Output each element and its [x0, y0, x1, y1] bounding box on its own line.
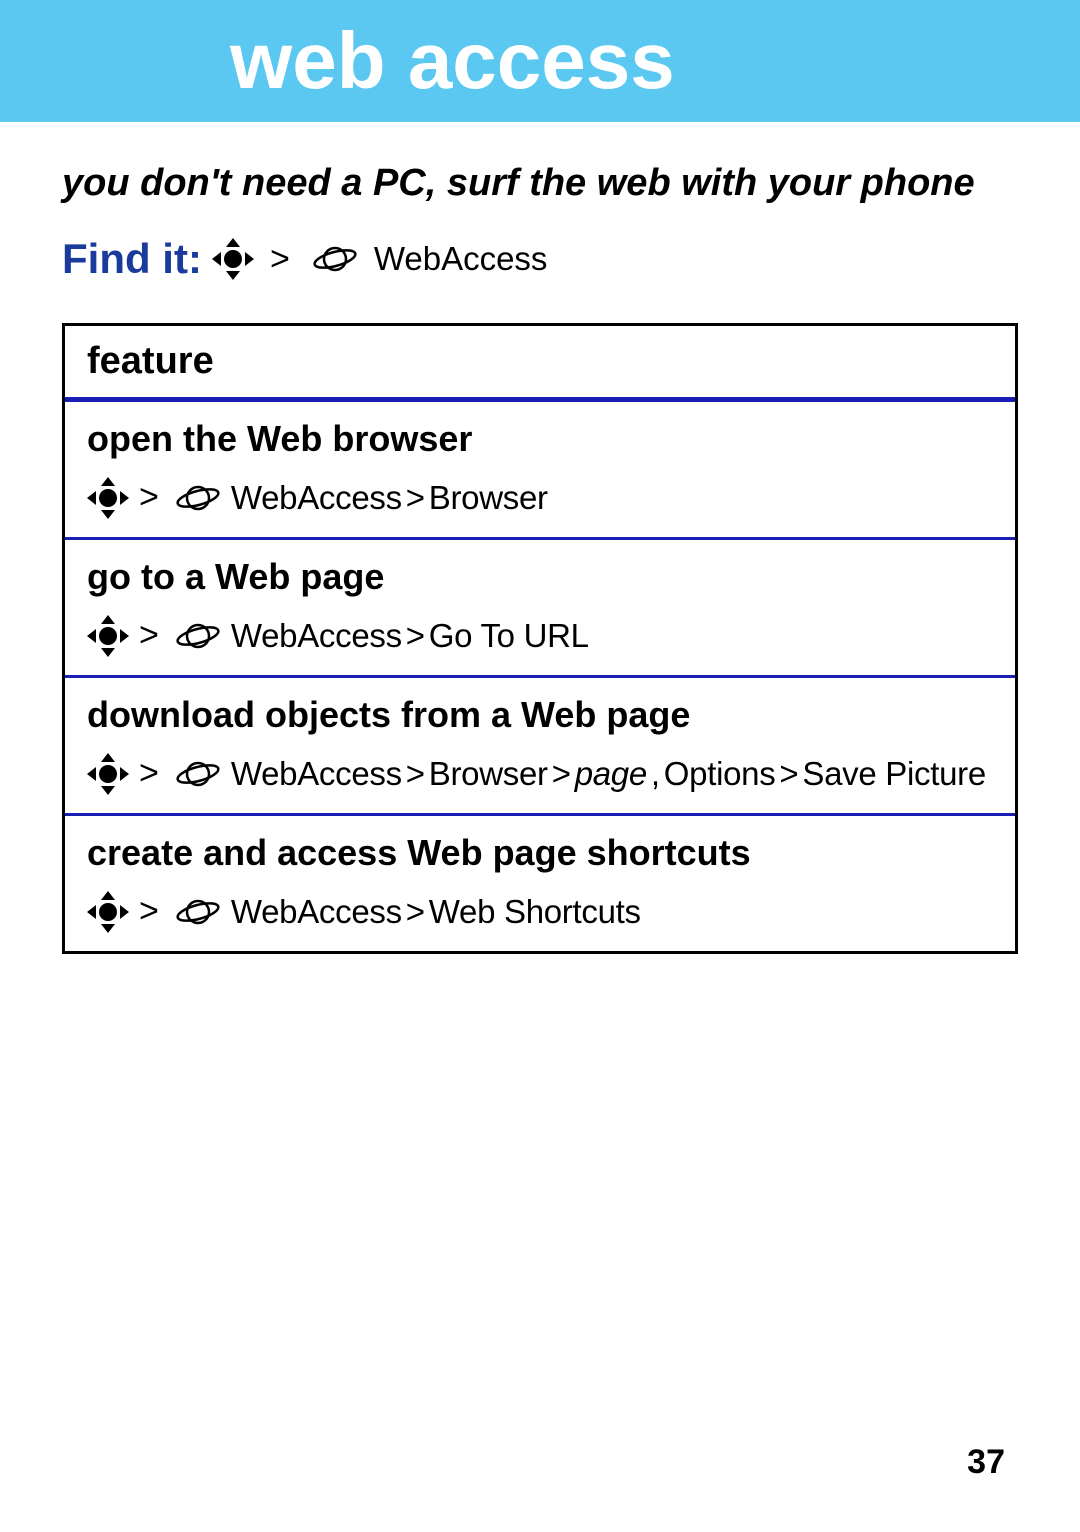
table-row: download objects from a Web page > WebAc… — [65, 678, 1015, 816]
separator: > — [779, 755, 798, 793]
nav-key-icon — [89, 893, 127, 931]
comma: , — [651, 755, 660, 793]
row-path: > WebAccess > Go To URL — [87, 616, 993, 655]
path-segment: WebAccess — [231, 893, 402, 931]
path-segment: WebAccess — [231, 479, 402, 517]
path-segment: Browser — [429, 755, 548, 793]
path-segment: Web Shortcuts — [429, 893, 641, 931]
path-segment: Save Picture — [802, 755, 986, 793]
find-it-label: Find it: — [62, 235, 202, 283]
row-title: download objects from a Web page — [87, 694, 993, 736]
row-path: > WebAccess > Browser — [87, 478, 993, 517]
nav-key-icon — [214, 240, 252, 278]
separator: > — [406, 755, 425, 793]
table-row: go to a Web page > WebAccess > Go To URL — [65, 540, 1015, 678]
path-segment: Go To URL — [429, 617, 589, 655]
separator: > — [139, 754, 159, 793]
row-title: open the Web browser — [87, 418, 993, 460]
subtitle: you don't need a PC, surf the web with y… — [62, 162, 1018, 205]
path-segment: WebAccess — [231, 755, 402, 793]
planet-icon — [175, 897, 221, 927]
planet-icon — [312, 244, 358, 274]
nav-key-icon — [89, 755, 127, 793]
path-segment: Options — [664, 755, 776, 793]
separator: > — [270, 240, 290, 279]
page-title: web access — [230, 15, 675, 107]
table-row: open the Web browser > WebAccess > Brows… — [65, 402, 1015, 540]
row-title: go to a Web page — [87, 556, 993, 598]
separator: > — [552, 755, 571, 793]
separator: > — [139, 616, 159, 655]
content-area: you don't need a PC, surf the web with y… — [0, 162, 1080, 954]
separator: > — [406, 479, 425, 517]
table-row: create and access Web page shortcuts > W… — [65, 816, 1015, 951]
find-it-path: WebAccess — [374, 240, 548, 278]
feature-table: feature open the Web browser > WebAccess — [62, 323, 1018, 954]
row-path: > WebAccess > Browser > page, Options > … — [87, 754, 993, 793]
header-banner: web access — [0, 0, 1080, 122]
table-header: feature — [65, 326, 1015, 402]
separator: > — [406, 893, 425, 931]
separator: > — [406, 617, 425, 655]
planet-icon — [175, 621, 221, 651]
path-segment: Browser — [429, 479, 548, 517]
nav-key-icon — [89, 479, 127, 517]
separator: > — [139, 892, 159, 931]
table-header-text: feature — [87, 340, 214, 382]
path-segment-italic: page — [575, 755, 647, 793]
nav-key-icon — [89, 617, 127, 655]
find-it-row: Find it: > WebAccess — [62, 235, 1018, 283]
row-title: create and access Web page shortcuts — [87, 832, 993, 874]
separator: > — [139, 478, 159, 517]
row-path: > WebAccess > Web Shortcuts — [87, 892, 993, 931]
path-segment: WebAccess — [231, 617, 402, 655]
planet-icon — [175, 483, 221, 513]
planet-icon — [175, 759, 221, 789]
page-number: 37 — [967, 1443, 1005, 1482]
